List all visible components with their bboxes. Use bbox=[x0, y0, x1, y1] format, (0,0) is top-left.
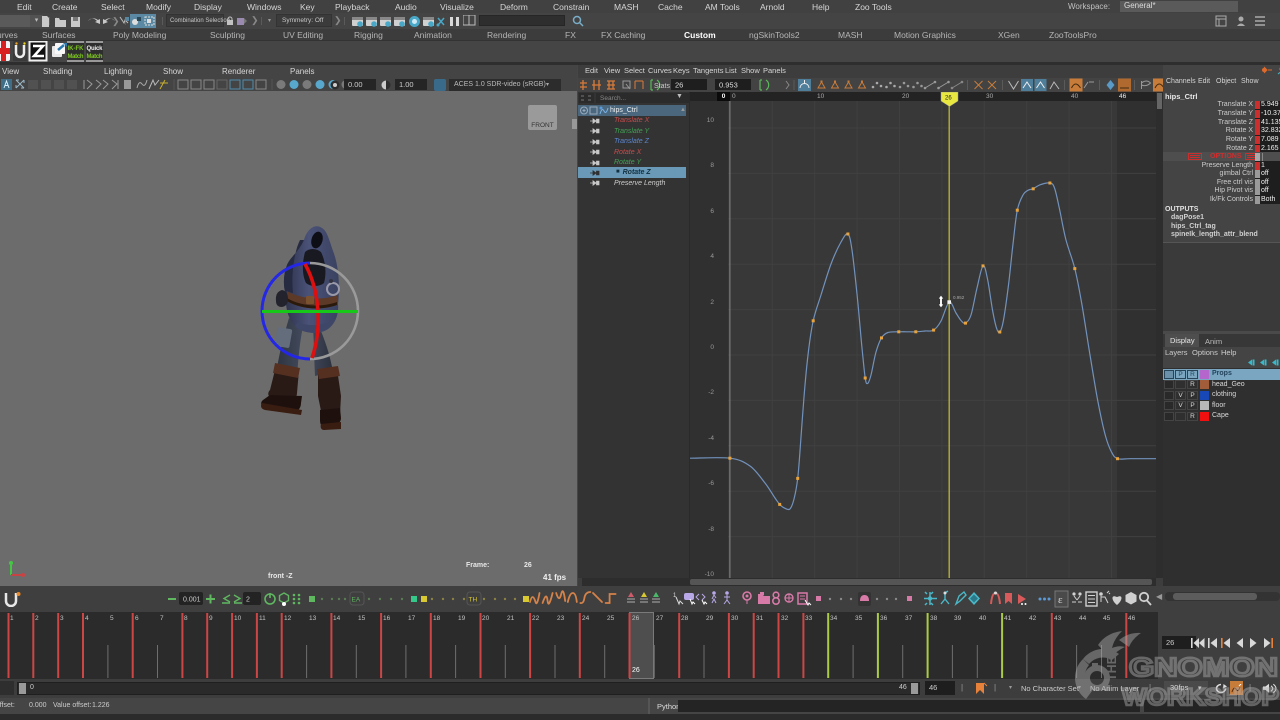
svg-text:GNOMON: GNOMON bbox=[1129, 652, 1278, 682]
svg-text:Match: Match bbox=[68, 54, 84, 60]
svg-text:Quick: Quick bbox=[87, 46, 104, 52]
svg-text:EA: EA bbox=[352, 597, 361, 604]
svg-text:ε: ε bbox=[1058, 594, 1063, 606]
svg-text:0.952: 0.952 bbox=[953, 295, 965, 300]
svg-text:2: 2 bbox=[246, 597, 250, 604]
svg-text:Match: Match bbox=[87, 54, 103, 60]
svg-text:26: 26 bbox=[945, 96, 952, 102]
svg-text:0.953: 0.953 bbox=[719, 81, 738, 90]
svg-text:26: 26 bbox=[675, 81, 683, 90]
svg-text:THE: THE bbox=[1105, 656, 1119, 681]
svg-text:IK-FK: IK-FK bbox=[68, 46, 85, 52]
svg-text:Stats: Stats bbox=[654, 83, 670, 90]
svg-text:TH: TH bbox=[469, 597, 478, 604]
svg-text:0.001: 0.001 bbox=[183, 597, 201, 604]
svg-text:WORKSHOP: WORKSHOP bbox=[1122, 684, 1279, 711]
